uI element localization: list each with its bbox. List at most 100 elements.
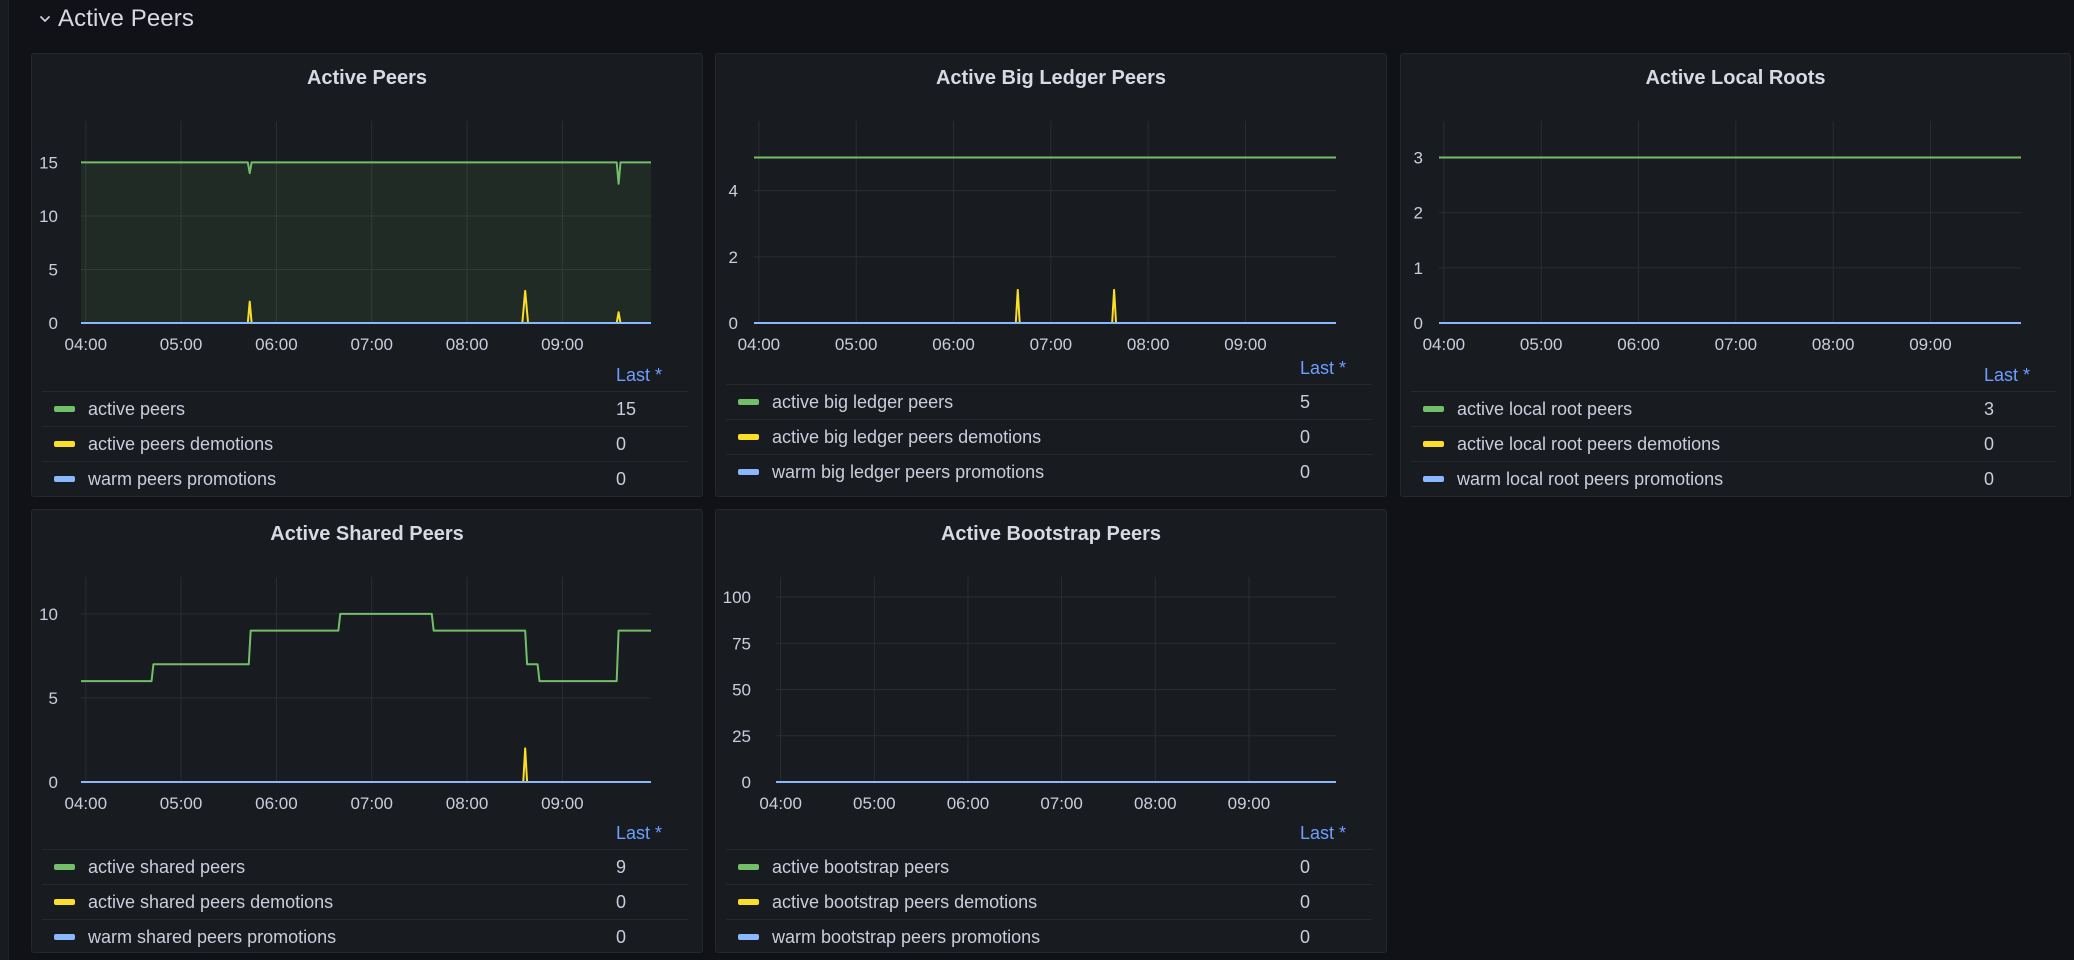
legend-item[interactable]: warm shared peers promotions 0: [42, 919, 688, 954]
legend-last-value: 0: [1300, 461, 1311, 482]
series-color-swatch[interactable]: [1423, 406, 1444, 412]
y-tick-label: 0: [742, 773, 751, 792]
series-line-active-shared-peers-demotions[interactable]: [81, 747, 651, 783]
legend-header: Last *: [42, 357, 688, 391]
legend-last-value: 15: [616, 398, 637, 419]
legend-series-name[interactable]: active big ledger peers demotions: [772, 427, 1041, 448]
sidebar-strip: [0, 0, 9, 960]
legend-last-value: 0: [1300, 926, 1311, 947]
panel-active-big-ledger-peers: Active Big Ledger Peers 0 2 4 04:00 05:00 06:…: [715, 53, 1387, 497]
panel-active-peers: Active Peers 0 5 10 15 04:00 05:00 06:00 07:00 0…: [31, 53, 703, 497]
series-color-swatch[interactable]: [1423, 441, 1444, 447]
legend-item[interactable]: warm big ledger peers promotions 0: [726, 454, 1372, 489]
legend-item[interactable]: active local root peers 3: [1411, 391, 2056, 426]
y-tick-label: 5: [49, 260, 58, 279]
legend-item[interactable]: active shared peers 9: [42, 849, 688, 884]
legend-sort-last[interactable]: Last *: [1300, 358, 1372, 379]
series-color-swatch[interactable]: [738, 864, 759, 870]
legend-item[interactable]: active shared peers demotions 0: [42, 884, 688, 919]
legend-header: Last *: [42, 815, 688, 849]
y-tick-label: 5: [49, 689, 58, 708]
legend-item[interactable]: warm local root peers promotions 0: [1411, 461, 2056, 496]
legend-item[interactable]: active bootstrap peers 0: [726, 849, 1372, 884]
legend-header: Last *: [1411, 357, 2056, 391]
chevron-down-icon: [40, 16, 50, 22]
series-color-swatch[interactable]: [738, 469, 759, 475]
y-tick-label: 1: [1414, 259, 1423, 278]
legend-series-name[interactable]: active peers: [88, 399, 185, 420]
panel-active-bootstrap-peers: Active Bootstrap Peers 0 25 50 75 100 04:00 05…: [715, 509, 1387, 953]
legend-last-value: 0: [1984, 433, 1995, 454]
legend-sort-last[interactable]: Last *: [616, 365, 688, 386]
legend-series-name[interactable]: active peers demotions: [88, 434, 273, 455]
legend-item[interactable]: warm bootstrap peers promotions 0: [726, 919, 1372, 954]
series-color-swatch[interactable]: [54, 864, 75, 870]
legend-series-name[interactable]: warm local root peers promotions: [1457, 469, 1723, 490]
legend-sort-last[interactable]: Last *: [1300, 823, 1372, 844]
x-tick-label: 05:00: [853, 794, 896, 813]
x-tick-label: 06:00: [255, 794, 298, 813]
series-color-swatch[interactable]: [738, 399, 759, 405]
legend-series-name[interactable]: warm bootstrap peers promotions: [772, 927, 1040, 948]
x-tick-label: 05:00: [160, 794, 203, 813]
series-line-active-shared-peers[interactable]: [81, 612, 651, 683]
y-tick-label: 100: [723, 588, 751, 607]
y-tick-label: 4: [729, 182, 738, 201]
legend-item[interactable]: active big ledger peers 5: [726, 384, 1372, 419]
legend-last-value: 0: [1300, 426, 1311, 447]
legend-table: Last * active shared peers 9 active shared …: [42, 815, 688, 954]
series-color-swatch[interactable]: [54, 441, 75, 447]
x-tick-label: 04:00: [1423, 335, 1466, 354]
series-color-swatch[interactable]: [738, 434, 759, 440]
y-tick-label: 2: [1414, 204, 1423, 223]
legend-series-name[interactable]: active bootstrap peers demotions: [772, 892, 1037, 913]
legend-table: Last * active big ledger peers 5 active big…: [726, 350, 1372, 489]
x-tick-label: 08:00: [1134, 794, 1177, 813]
series-color-swatch[interactable]: [54, 406, 75, 412]
y-tick-label: 25: [732, 727, 751, 746]
legend-item[interactable]: active peers demotions 0: [42, 426, 688, 461]
series-color-swatch[interactable]: [738, 934, 759, 940]
panel-active-local-roots: Active Local Roots 0 1 2 3 04:00 05:00 06:00 07…: [1400, 53, 2071, 497]
legend-sort-last[interactable]: Last *: [1984, 365, 2056, 386]
row-header-active-peers[interactable]: Active Peers: [36, 2, 194, 36]
x-tick-label: 07:00: [350, 794, 393, 813]
series-color-swatch[interactable]: [54, 899, 75, 905]
series-color-swatch[interactable]: [738, 899, 759, 905]
legend-series-name[interactable]: active big ledger peers: [772, 392, 953, 413]
series-color-swatch[interactable]: [54, 476, 75, 482]
legend-series-name[interactable]: active shared peers: [88, 857, 245, 878]
legend-sort-last[interactable]: Last *: [616, 823, 688, 844]
series-line-active-big-ledger-peers-demotions[interactable]: [754, 288, 1336, 324]
legend-item[interactable]: active local root peers demotions 0: [1411, 426, 2056, 461]
legend-header: Last *: [726, 815, 1372, 849]
x-tick-label: 07:00: [1715, 335, 1758, 354]
y-tick-label: 0: [729, 314, 738, 333]
x-tick-label: 08:00: [446, 335, 489, 354]
x-tick-label: 04:00: [759, 794, 802, 813]
legend-series-name[interactable]: active bootstrap peers: [772, 857, 949, 878]
x-tick-label: 09:00: [1909, 335, 1952, 354]
legend-item[interactable]: active bootstrap peers demotions 0: [726, 884, 1372, 919]
legend-item[interactable]: active big ledger peers demotions 0: [726, 419, 1372, 454]
y-tick-label: 15: [39, 153, 58, 172]
legend-last-value: 9: [616, 856, 627, 877]
series-color-swatch[interactable]: [1423, 476, 1444, 482]
y-tick-label: 10: [39, 207, 58, 226]
legend-item[interactable]: active peers 15: [42, 391, 688, 426]
y-tick-label: 0: [49, 314, 58, 333]
series-area-fill: [81, 162, 651, 323]
legend-series-name[interactable]: active local root peers: [1457, 399, 1632, 420]
y-tick-label: 2: [729, 248, 738, 267]
panel-active-shared-peers: Active Shared Peers 0 5 10 04:00 05:00 06:00 0…: [31, 509, 703, 953]
legend-series-name[interactable]: active local root peers demotions: [1457, 434, 1720, 455]
legend-series-name[interactable]: warm shared peers promotions: [88, 927, 336, 948]
y-tick-label: 10: [39, 605, 58, 624]
legend-series-name[interactable]: warm big ledger peers promotions: [772, 462, 1044, 483]
x-tick-label: 05:00: [1520, 335, 1563, 354]
legend-series-name[interactable]: active shared peers demotions: [88, 892, 333, 913]
legend-item[interactable]: warm peers promotions 0: [42, 461, 688, 496]
legend-table: Last * active local root peers 3 active loc…: [1411, 357, 2056, 496]
legend-series-name[interactable]: warm peers promotions: [88, 469, 276, 490]
series-color-swatch[interactable]: [54, 934, 75, 940]
